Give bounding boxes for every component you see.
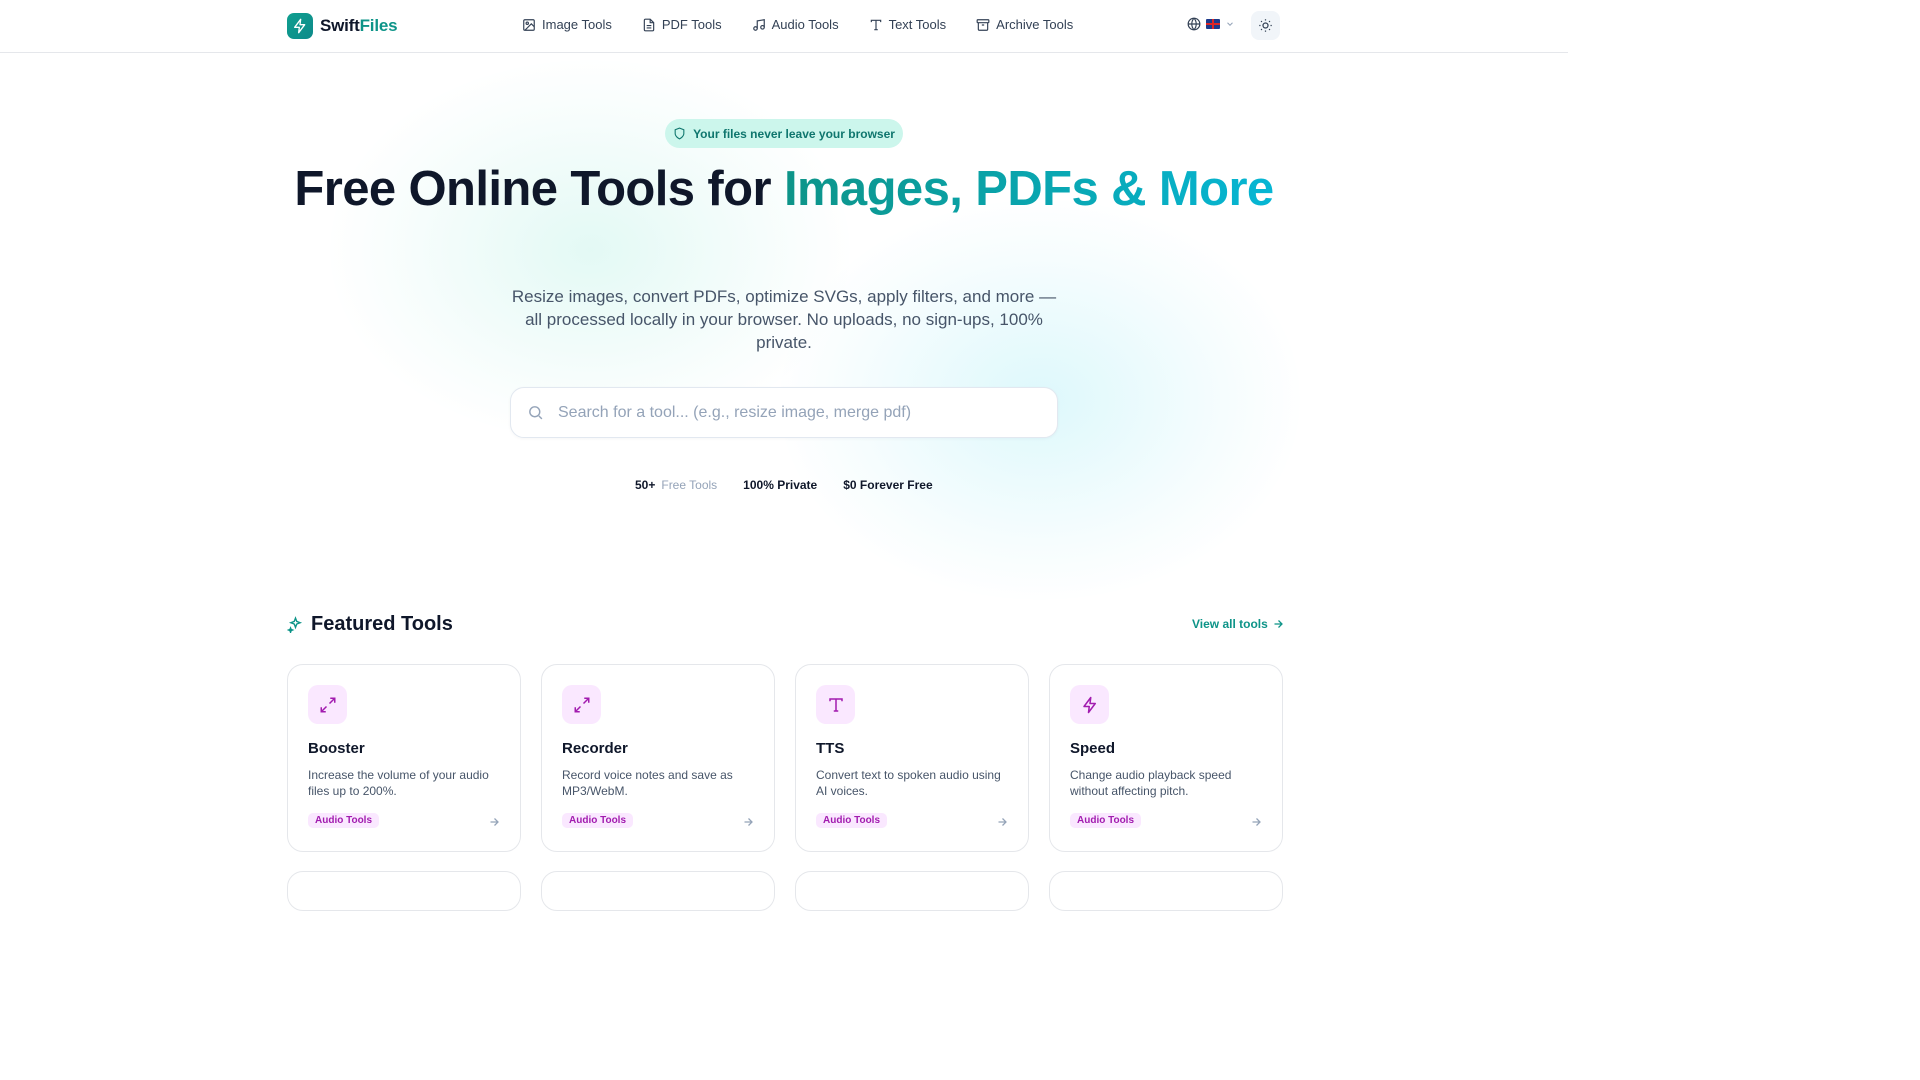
featured-title: Featured Tools	[311, 613, 453, 635]
hero-subtitle: Resize images, convert PDFs, optimize SV…	[511, 287, 1057, 352]
nav-label: Audio Tools	[771, 17, 839, 32]
category-tag: Audio Tools	[562, 813, 634, 828]
privacy-badge: Your files never leave your browser	[665, 119, 903, 148]
tool-card-recorder[interactable]: Recorder Record voice notes and save as …	[541, 664, 775, 852]
theme-toggle-button[interactable]	[1251, 11, 1280, 40]
arrow-right-icon	[490, 818, 499, 826]
shield-icon	[674, 127, 685, 140]
hero-stats: 50+ Free Tools 100% Private $0 Forever F…	[635, 478, 933, 492]
nav-audio-tools[interactable]: Audio Tools	[752, 17, 839, 32]
stat-tools: 50+ Free Tools	[635, 478, 718, 492]
tool-card[interactable]	[795, 871, 1029, 911]
arrow-right-icon	[1274, 620, 1283, 628]
category-tag: Audio Tools	[1070, 813, 1142, 828]
uk-flag-icon	[1206, 19, 1220, 29]
featured-cards-row-2	[287, 871, 1283, 911]
tool-card-tts[interactable]: TTS Convert text to spoken audio using A…	[795, 664, 1029, 852]
lightning-icon	[1070, 685, 1109, 724]
main-nav: Image Tools PDF Tools Audio Tools Text T…	[522, 17, 1073, 32]
nav-label: Archive Tools	[996, 17, 1074, 32]
category-tag: Audio Tools	[308, 813, 380, 828]
file-icon	[643, 18, 655, 31]
language-selector[interactable]	[1187, 17, 1235, 31]
top-header: SwiftFiles Image Tools PDF Tools Audio T…	[0, 0, 1568, 53]
featured-heading: Featured Tools	[287, 613, 453, 636]
tool-card[interactable]	[1049, 871, 1283, 911]
expand-icon	[308, 685, 347, 724]
featured-cards: Booster Increase the volume of your audi…	[287, 664, 1283, 852]
card-title: Recorder	[562, 740, 628, 757]
nav-pdf-tools[interactable]: PDF Tools	[642, 17, 722, 32]
sun-icon	[1259, 19, 1272, 32]
card-description: Increase the volume of your audio files …	[308, 768, 489, 798]
tool-card[interactable]	[541, 871, 775, 911]
tool-card-speed[interactable]: Speed Change audio playback speed withou…	[1049, 664, 1283, 852]
privacy-badge-text: Your files never leave your browser	[693, 126, 895, 141]
arrow-right-icon	[998, 818, 1007, 826]
nav-text-tools[interactable]: Text Tools	[869, 17, 947, 32]
arrow-right-icon	[1252, 818, 1261, 826]
card-title: Booster	[308, 740, 365, 757]
hero-glow-left	[330, 60, 850, 440]
view-all-tools-link[interactable]: View all tools	[1192, 617, 1284, 631]
hero-title: Free Online Tools for Images, PDFs & Mor…	[294, 162, 1274, 216]
expand-icon	[562, 685, 601, 724]
stat-private: 100% Private	[743, 478, 818, 492]
arrow-right-icon	[744, 818, 753, 826]
stat-free: $0 Forever Free	[843, 478, 933, 492]
category-tag: Audio Tools	[816, 813, 888, 828]
archive-icon	[976, 18, 990, 31]
tool-card[interactable]	[287, 871, 521, 911]
lightning-icon	[287, 13, 313, 39]
brand-logo[interactable]: SwiftFiles	[287, 13, 398, 39]
card-description: Record voice notes and save as MP3/WebM.	[562, 768, 733, 798]
tool-search-box[interactable]	[510, 387, 1058, 438]
card-description: Convert text to spoken audio using AI vo…	[816, 768, 1001, 798]
search-icon	[529, 406, 543, 420]
card-title: TTS	[816, 740, 845, 757]
nav-image-tools[interactable]: Image Tools	[522, 17, 612, 32]
search-input[interactable]	[558, 403, 1028, 422]
nav-label: Image Tools	[542, 17, 612, 32]
card-description: Change audio playback speed without affe…	[1070, 768, 1232, 798]
nav-label: PDF Tools	[661, 17, 722, 32]
sparkles-icon	[287, 616, 303, 633]
tool-card-booster[interactable]: Booster Increase the volume of your audi…	[287, 664, 521, 852]
image-icon	[523, 18, 535, 31]
card-title: Speed	[1070, 740, 1116, 757]
text-icon	[816, 685, 855, 724]
music-icon	[752, 18, 765, 31]
chevron-down-icon	[1227, 22, 1233, 26]
brand-name: SwiftFiles	[320, 16, 398, 35]
text-icon	[870, 19, 881, 30]
nav-label: Text Tools	[888, 17, 947, 32]
nav-archive-tools[interactable]: Archive Tools	[976, 17, 1073, 32]
hero-title-highlight: Images, PDFs & More	[783, 162, 1274, 216]
globe-icon	[1187, 17, 1201, 31]
